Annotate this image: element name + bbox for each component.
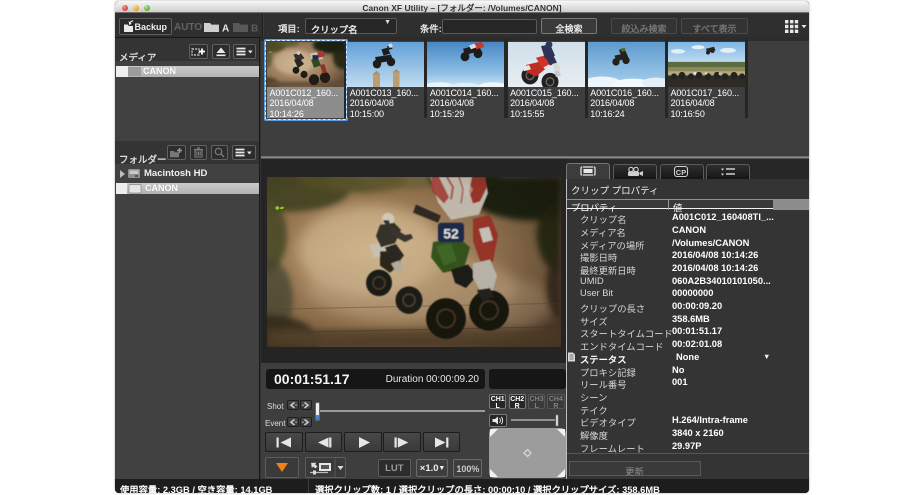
- svg-text:CP: CP: [675, 168, 685, 177]
- svg-text:◆▰: ◆▰: [275, 206, 285, 212]
- svg-text:B: B: [251, 24, 258, 35]
- svg-text:Backup: Backup: [135, 22, 168, 32]
- svg-text:A: A: [222, 24, 229, 35]
